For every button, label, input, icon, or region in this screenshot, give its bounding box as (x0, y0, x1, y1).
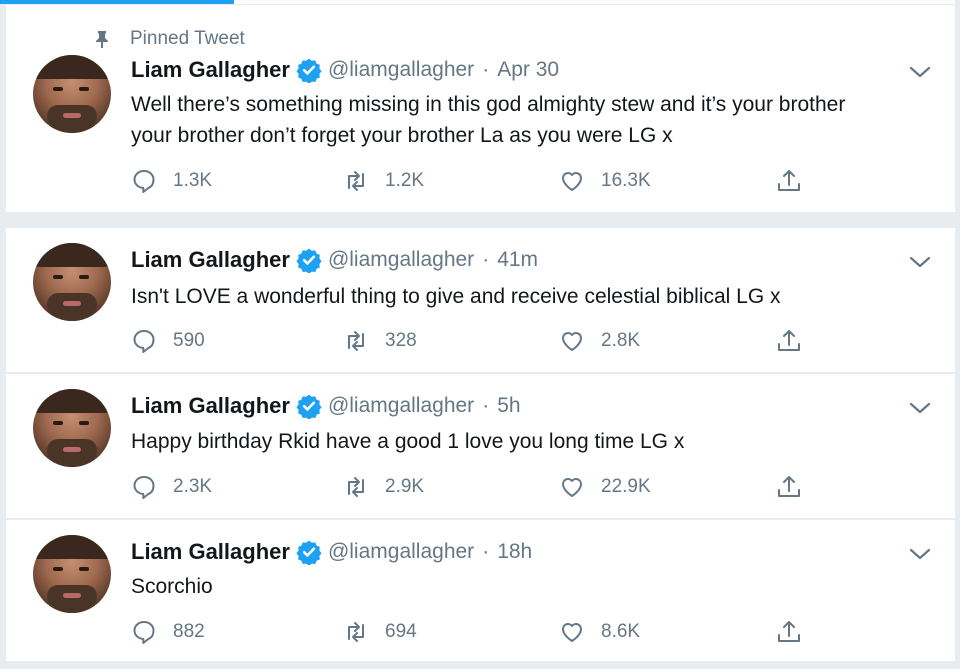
reply-icon (133, 330, 155, 353)
tweet-actions: 590 328 2.8K (131, 326, 811, 356)
pinned-label: Pinned Tweet (130, 28, 245, 49)
reply-button[interactable]: 1.3K (131, 166, 212, 196)
retweet-icon (348, 171, 364, 191)
heart-icon (562, 172, 582, 191)
tweet-timestamp[interactable]: 5h (497, 394, 520, 418)
section-separator (6, 661, 955, 669)
like-count: 8.6K (601, 621, 641, 642)
like-button[interactable]: 22.9K (559, 472, 651, 502)
avatar[interactable] (33, 535, 111, 613)
reply-button[interactable]: 882 (131, 617, 205, 647)
share-icon (778, 476, 800, 497)
tweet-header: Liam Gallagher @liamgallagher · 18h (131, 537, 532, 567)
verified-badge-icon (296, 248, 322, 273)
section-separator (6, 212, 955, 228)
tweet-text: Isn't LOVE a wonderful thing to give and… (131, 285, 781, 308)
author-handle[interactable]: @liamgallagher (328, 394, 474, 418)
tweet-pinned[interactable]: Pinned Tweet Liam Gallagher @liamgallagh… (6, 5, 955, 212)
retweet-count: 694 (385, 621, 417, 642)
retweet-count: 2.9K (385, 476, 425, 497)
verified-badge-icon (296, 58, 322, 83)
like-button[interactable]: 16.3K (559, 166, 651, 196)
share-icon (778, 621, 800, 642)
author-name[interactable]: Liam Gallagher (131, 393, 290, 419)
like-button[interactable]: 2.8K (559, 326, 640, 356)
separator-dot: · (482, 248, 490, 271)
tweet[interactable]: Liam Gallagher @liamgallagher · 18h Scor… (6, 520, 955, 661)
like-count: 16.3K (601, 170, 651, 191)
avatar[interactable] (33, 243, 111, 321)
heart-icon (562, 623, 582, 642)
share-button[interactable] (776, 617, 802, 647)
like-count: 22.9K (601, 476, 651, 497)
reply-count: 2.3K (173, 476, 213, 497)
tweet-text: Well there’s something missing in this g… (131, 93, 846, 147)
separator-dot: · (482, 394, 490, 417)
retweet-icon (348, 331, 364, 351)
share-button[interactable] (776, 166, 802, 196)
retweet-button[interactable]: 1.2K (343, 166, 424, 196)
retweet-count: 1.2K (385, 170, 425, 191)
author-name[interactable]: Liam Gallagher (131, 57, 290, 83)
pinned-indicator: Pinned Tweet (94, 27, 245, 51)
retweet-icon (348, 622, 364, 642)
reply-button[interactable]: 2.3K (131, 472, 212, 502)
heart-icon (562, 332, 582, 351)
author-name[interactable]: Liam Gallagher (131, 539, 290, 565)
author-name[interactable]: Liam Gallagher (131, 247, 290, 273)
author-handle[interactable]: @liamgallagher (328, 248, 474, 272)
author-handle[interactable]: @liamgallagher (328, 540, 474, 564)
share-button[interactable] (776, 472, 802, 502)
chevron-down-icon[interactable] (909, 547, 931, 561)
retweet-button[interactable]: 694 (343, 617, 417, 647)
tweet-actions: 1.3K 1.2K 16.3K (131, 166, 811, 196)
avatar[interactable] (33, 389, 111, 467)
tweet-header: Liam Gallagher @liamgallagher · Apr 30 (131, 55, 559, 85)
reply-count: 590 (173, 330, 205, 351)
pin-icon (96, 31, 108, 48)
tweet-header: Liam Gallagher @liamgallagher · 5h (131, 391, 521, 421)
retweet-icon (348, 477, 364, 497)
verified-badge-icon (296, 394, 322, 419)
share-icon (778, 330, 800, 351)
reply-icon (133, 170, 155, 193)
share-icon (778, 170, 800, 191)
reply-icon (133, 476, 155, 499)
chevron-down-icon[interactable] (909, 401, 931, 415)
tweet-timestamp[interactable]: Apr 30 (497, 58, 559, 82)
reply-icon (133, 621, 155, 644)
author-handle[interactable]: @liamgallagher (328, 58, 474, 82)
tweet-actions: 882 694 8.6K (131, 617, 811, 647)
verified-badge-icon (296, 540, 322, 565)
retweet-count: 328 (385, 330, 417, 351)
retweet-button[interactable]: 2.9K (343, 472, 424, 502)
reply-button[interactable]: 590 (131, 326, 205, 356)
like-count: 2.8K (601, 330, 641, 351)
tweet-text: Scorchio (131, 575, 213, 598)
tweet-timestamp[interactable]: 41m (497, 248, 538, 272)
tweet-actions: 2.3K 2.9K 22.9K (131, 472, 811, 502)
like-button[interactable]: 8.6K (559, 617, 640, 647)
separator-dot: · (482, 58, 490, 81)
tweet[interactable]: Liam Gallagher @liamgallagher · 41m Isn'… (6, 228, 955, 372)
retweet-button[interactable]: 328 (343, 326, 417, 356)
chevron-down-icon[interactable] (909, 255, 931, 269)
tweet-text: Happy birthday Rkid have a good 1 love y… (131, 430, 685, 453)
avatar[interactable] (33, 55, 111, 133)
tweet-header: Liam Gallagher @liamgallagher · 41m (131, 245, 538, 275)
heart-icon (562, 478, 582, 497)
tweet[interactable]: Liam Gallagher @liamgallagher · 5h Happy… (6, 374, 955, 518)
separator-dot: · (482, 540, 490, 563)
reply-count: 882 (173, 621, 205, 642)
share-button[interactable] (776, 326, 802, 356)
timeline: Pinned Tweet Liam Gallagher @liamgallagh… (0, 0, 956, 669)
chevron-down-icon[interactable] (909, 65, 931, 79)
reply-count: 1.3K (173, 170, 213, 191)
tweet-timestamp[interactable]: 18h (497, 540, 532, 564)
